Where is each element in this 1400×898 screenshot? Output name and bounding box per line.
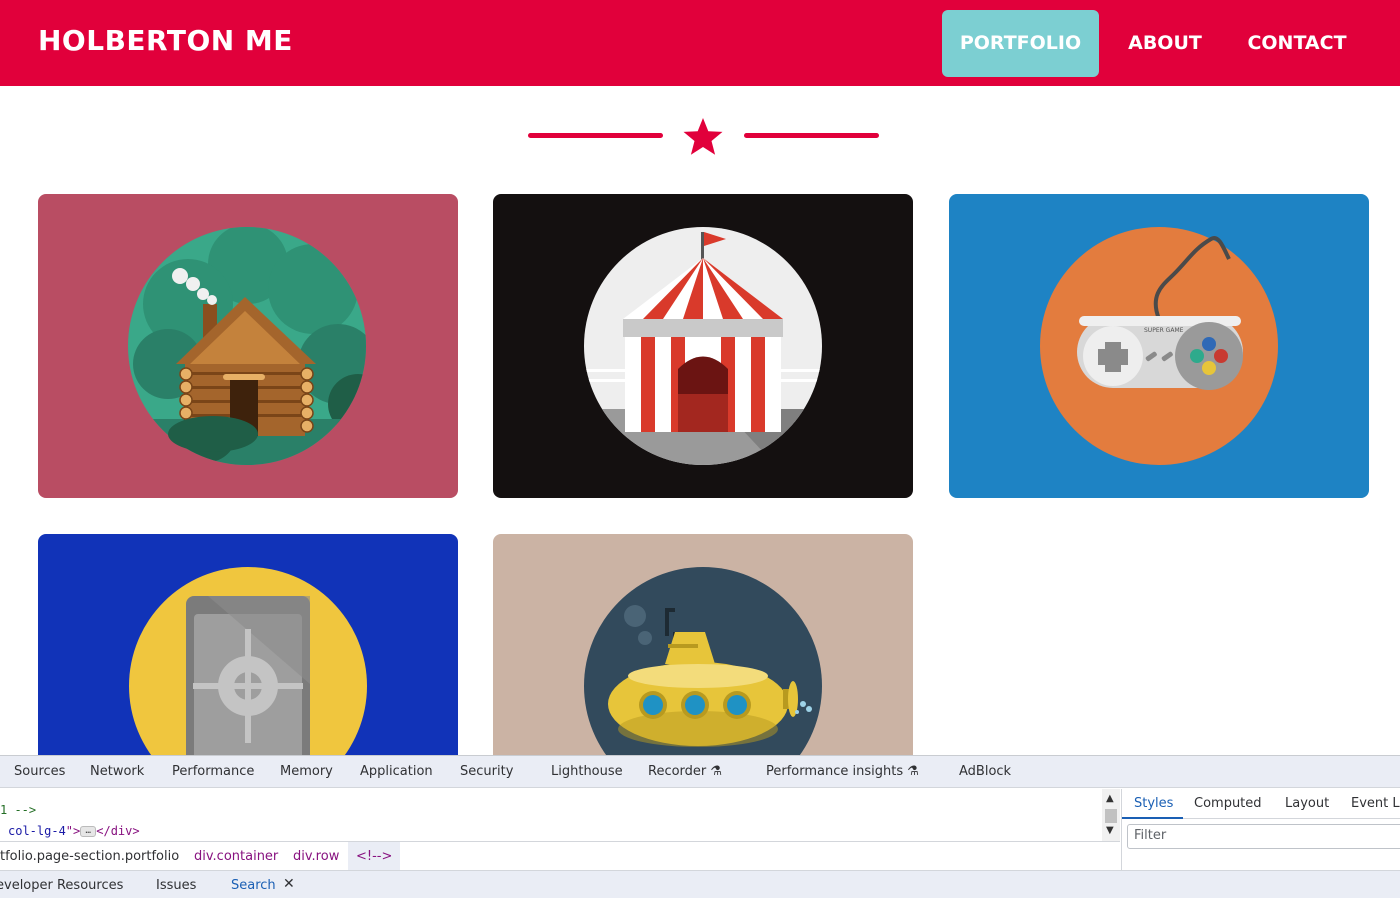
styles-filter-input[interactable]: Filter	[1127, 824, 1400, 849]
code-class-value: col-lg-4	[8, 824, 66, 838]
tab-recorder-label: Recorder	[648, 764, 707, 779]
divider-line-left	[528, 133, 663, 138]
nav-about-link[interactable]: ABOUT	[1110, 10, 1220, 77]
devtools-drawer-tabs: eveloper Resources Issues Search ✕	[0, 870, 1400, 898]
tab-recorder[interactable]: Recorder ⚗	[648, 764, 722, 779]
nav-contact-link[interactable]: CONTACT	[1230, 10, 1364, 77]
devtools-tab-bar: Sources Network Performance Memory Appli…	[0, 756, 1400, 788]
portfolio-item-cabin[interactable]	[38, 194, 458, 498]
close-icon[interactable]: ✕	[283, 876, 295, 892]
code-comment-line[interactable]: 1 -->	[0, 803, 36, 817]
flask-icon: ⚗	[710, 764, 722, 779]
tab-search[interactable]: Search	[231, 878, 276, 893]
scroll-thumb[interactable]	[1105, 809, 1117, 823]
divider-line-right	[744, 133, 879, 138]
tab-security[interactable]: Security	[460, 764, 513, 779]
tab-sources[interactable]: Sources	[14, 764, 65, 779]
tab-styles[interactable]: Styles	[1134, 796, 1173, 811]
scroll-down-icon[interactable]: ▼	[1106, 825, 1114, 836]
tab-issues[interactable]: Issues	[156, 878, 196, 893]
styles-sidebar: Styles Computed Layout Event Li Filter	[1121, 789, 1400, 870]
game-controller-icon: SUPER GAME	[1040, 227, 1278, 465]
devtools-panel: Sources Network Performance Memory Appli…	[0, 755, 1400, 898]
tab-performance-insights-label: Performance insights	[766, 764, 904, 779]
code-element-line[interactable]: col-lg-4">… </div>	[8, 824, 140, 838]
tab-developer-resources[interactable]: eveloper Resources	[0, 878, 123, 893]
code-quote: ">	[65, 824, 81, 838]
tab-performance[interactable]: Performance	[172, 764, 254, 779]
code-closing-tag: </div>	[96, 824, 140, 838]
tab-adblock[interactable]: AdBlock	[959, 764, 1011, 779]
breadcrumb-item[interactable]: div.row	[293, 849, 339, 864]
breadcrumb-item[interactable]: div.container	[194, 849, 278, 864]
elements-scrollbar[interactable]: ▲ ▼	[1102, 789, 1120, 841]
tab-network[interactable]: Network	[90, 764, 144, 779]
tab-event-listeners[interactable]: Event Li	[1351, 796, 1400, 811]
scroll-up-icon[interactable]: ▲	[1106, 793, 1114, 804]
tab-lighthouse[interactable]: Lighthouse	[551, 764, 623, 779]
nav-portfolio-link[interactable]: PORTFOLIO	[942, 10, 1099, 77]
breadcrumb-item[interactable]: tfolio.page-section.portfolio	[0, 849, 179, 864]
flask-icon: ⚗	[907, 764, 919, 779]
tab-layout[interactable]: Layout	[1285, 796, 1329, 811]
active-tab-underline	[1122, 817, 1183, 819]
breadcrumb-item-selected[interactable]: <!-->	[348, 842, 401, 871]
controller-brand-text: SUPER GAME	[1144, 327, 1184, 334]
tab-memory[interactable]: Memory	[280, 764, 333, 779]
tab-computed[interactable]: Computed	[1194, 796, 1262, 811]
tab-performance-insights[interactable]: Performance insights ⚗	[766, 764, 919, 779]
star-icon	[683, 118, 723, 155]
page: HOLBERTON ME PORTFOLIO ABOUT CONTACT SUP…	[0, 0, 1400, 898]
elements-tree[interactable]: 1 --> col-lg-4">… </div>	[0, 789, 1102, 841]
portfolio-item-circus[interactable]	[493, 194, 913, 498]
tab-application[interactable]: Application	[360, 764, 433, 779]
portfolio-item-controller[interactable]: SUPER GAME	[949, 194, 1369, 498]
ellipsis-icon[interactable]: …	[80, 826, 97, 837]
brand-logo[interactable]: HOLBERTON ME	[38, 24, 293, 57]
breadcrumb: tfolio.page-section.portfolio div.contai…	[0, 841, 1120, 871]
circus-tent-icon	[584, 227, 822, 465]
sidebar-tab-bar: Styles Computed Layout Event Li	[1122, 789, 1400, 819]
cabin-icon	[128, 227, 366, 465]
navbar: HOLBERTON ME PORTFOLIO ABOUT CONTACT	[0, 0, 1400, 86]
